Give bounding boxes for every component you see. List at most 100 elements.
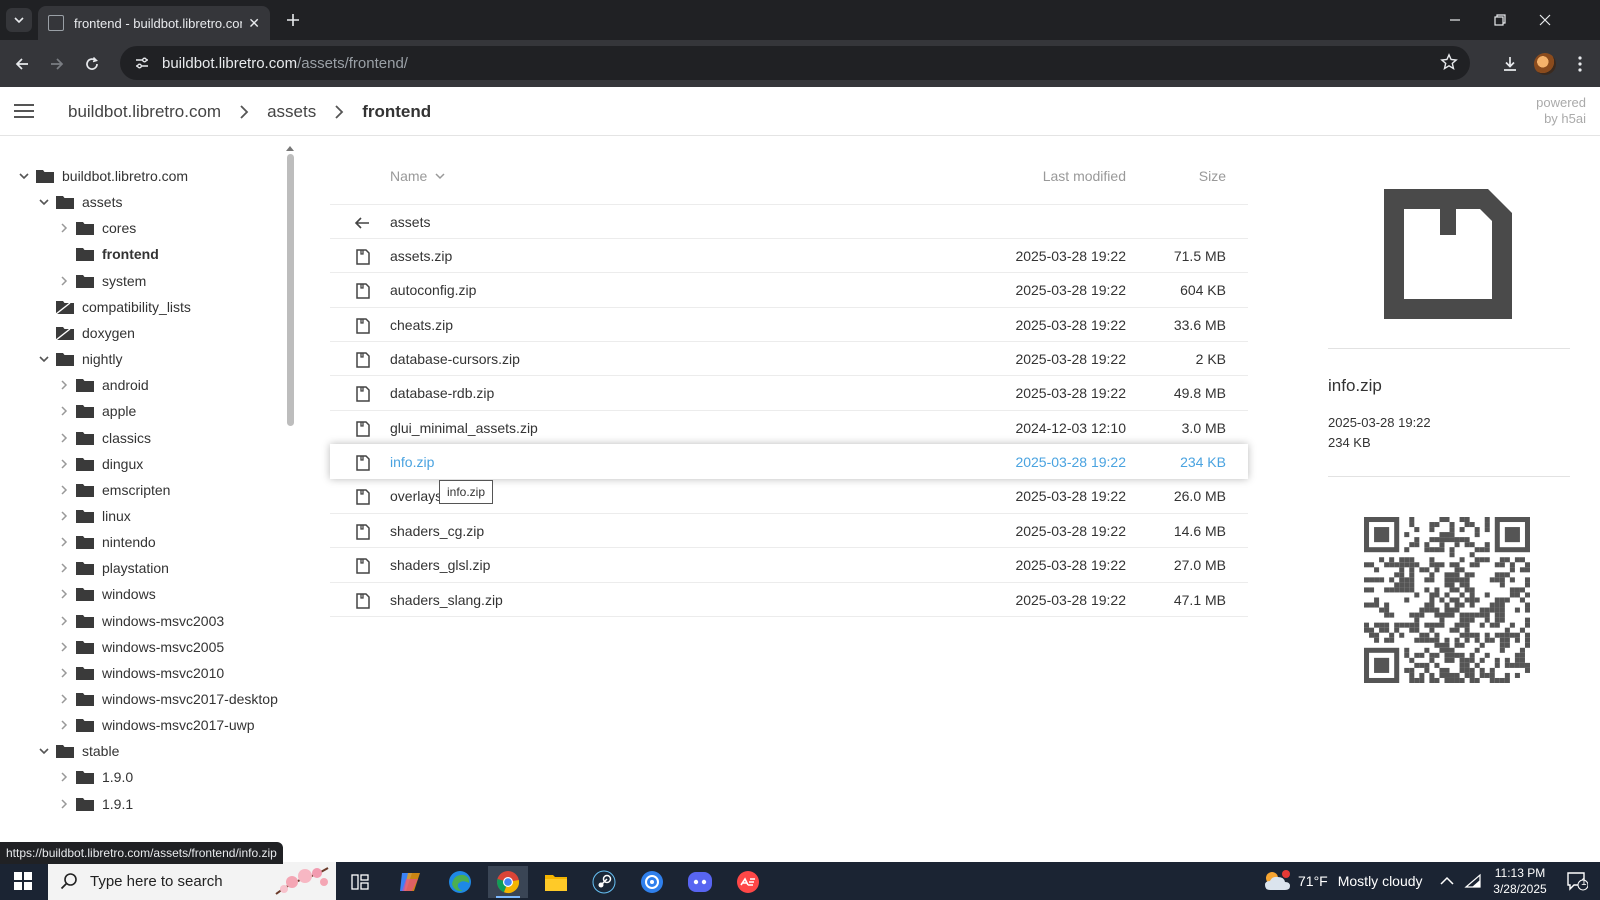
tree-item-windows[interactable]: windows [54, 581, 156, 607]
tree-item-apple[interactable]: apple [54, 398, 136, 424]
tab-close-icon[interactable]: ✕ [248, 15, 260, 32]
tab-search-button[interactable] [6, 8, 32, 32]
tree-item-stable[interactable]: stable [34, 738, 119, 764]
address-bar[interactable]: buildbot.libretro.com/assets/frontend/ [120, 46, 1470, 80]
sidebar-scrollbar-thumb[interactable] [287, 154, 294, 426]
powered-by-h5ai-link[interactable]: powered by h5ai [1536, 95, 1586, 127]
edge-browser-icon[interactable] [440, 866, 480, 898]
forward-button[interactable] [45, 52, 69, 76]
steam-icon[interactable] [584, 866, 624, 898]
file-row-database-rdb-zip[interactable]: database-rdb.zip 2025-03-28 19:22 49.8 MB [330, 375, 1248, 410]
tree-item-windows-msvc2003[interactable]: windows-msvc2003 [54, 608, 224, 634]
file-row-database-cursors-zip[interactable]: database-cursors.zip 2025-03-28 19:22 2 KB [330, 341, 1248, 376]
ea-app-icon[interactable] [728, 866, 768, 898]
file-row-assets-zip[interactable]: assets.zip 2025-03-28 19:22 71.5 MB [330, 238, 1248, 273]
downloads-button[interactable] [1498, 52, 1522, 76]
tree-item-emscripten[interactable]: emscripten [54, 477, 170, 503]
system-clock[interactable]: 11:13 PM 3/28/2025 [1486, 865, 1554, 897]
sidebar-toggle-hamburger-icon[interactable] [14, 101, 34, 121]
chevron-right-icon[interactable] [54, 584, 74, 604]
task-view-icon[interactable] [340, 866, 380, 898]
file-explorer-icon[interactable] [536, 866, 576, 898]
file-row-info-zip[interactable]: info.zip 2025-03-28 19:22 234 KB [330, 444, 1248, 480]
chrome-browser-icon[interactable] [488, 866, 528, 898]
tree-item-nintendo[interactable]: nintendo [54, 529, 156, 555]
chevron-right-icon[interactable] [54, 689, 74, 709]
tree-item-assets[interactable]: assets [34, 189, 122, 215]
chevron-down-icon[interactable] [34, 741, 54, 761]
tree-item-buildbot-libretro-com[interactable]: buildbot.libretro.com [14, 163, 188, 189]
chevron-right-icon[interactable] [54, 428, 74, 448]
tree-item-classics[interactable]: classics [54, 425, 151, 451]
tree-item-android[interactable]: android [54, 372, 149, 398]
chevron-right-icon[interactable] [54, 218, 74, 238]
chevron-right-icon[interactable] [54, 767, 74, 787]
breadcrumb-item-root[interactable]: buildbot.libretro.com [68, 102, 221, 122]
chevron-down-icon[interactable] [34, 349, 54, 369]
sort-by-modified-header[interactable]: Last modified [1043, 168, 1126, 184]
chevron-right-icon[interactable] [54, 401, 74, 421]
file-row-glui-minimal-assets-zip[interactable]: glui_minimal_assets.zip 2024-12-03 12:10 3… [330, 409, 1248, 445]
weather-widget[interactable]: 71°F Mostly cloudy [1262, 866, 1423, 896]
window-close-button[interactable] [1530, 8, 1560, 32]
chevron-right-icon[interactable] [54, 794, 74, 814]
tree-item-1-9-1[interactable]: 1.9.1 [54, 791, 133, 817]
file-row-shaders-slang-zip[interactable]: shaders_slang.zip 2025-03-28 19:22 47.1 MB [330, 581, 1248, 617]
breadcrumb-item-assets[interactable]: assets [267, 102, 316, 122]
tree-item-cores[interactable]: cores [54, 215, 136, 241]
tree-item-frontend[interactable]: frontend [54, 241, 159, 267]
tree-item-windows-msvc2017-uwp[interactable]: windows-msvc2017-uwp [54, 712, 255, 738]
chevron-right-icon[interactable] [54, 715, 74, 735]
ubisoft-connect-icon[interactable] [632, 866, 672, 898]
tree-item-doxygen[interactable]: doxygen [34, 320, 135, 346]
new-tab-button[interactable] [280, 8, 306, 32]
tree-item-compatibility-lists[interactable]: compatibility_lists [34, 294, 191, 320]
chevron-down-icon[interactable] [14, 166, 34, 186]
tree-item-playstation[interactable]: playstation [54, 555, 169, 581]
show-hidden-icons-chevron-up-icon[interactable] [1440, 870, 1454, 892]
browser-menu-button[interactable] [1568, 52, 1592, 76]
chevron-right-icon[interactable] [54, 506, 74, 526]
file-row-shaders-cg-zip[interactable]: shaders_cg.zip 2025-03-28 19:22 14.6 MB [330, 512, 1248, 548]
site-info-icon[interactable] [134, 55, 150, 71]
tree-item-nightly[interactable]: nightly [34, 346, 122, 372]
scroll-up-arrow-icon[interactable] [285, 139, 295, 151]
minimize-button[interactable] [1440, 8, 1470, 32]
chevron-right-icon[interactable] [54, 271, 74, 291]
tree-item-system[interactable]: system [54, 268, 146, 294]
chevron-right-icon[interactable] [54, 637, 74, 657]
back-button[interactable] [10, 52, 34, 76]
tree-item-windows-msvc2005[interactable]: windows-msvc2005 [54, 634, 224, 660]
tree-item-windows-msvc2017-desktop[interactable]: windows-msvc2017-desktop [54, 686, 278, 712]
browser-tab-active[interactable]: frontend - buildbot.libretro.com ✕ [38, 6, 270, 40]
restore-button[interactable] [1485, 8, 1515, 32]
copilot-icon[interactable] [390, 866, 430, 898]
bookmark-star-icon[interactable] [1440, 53, 1458, 71]
tree-item-1-9-0[interactable]: 1.9.0 [54, 764, 133, 790]
chevron-right-icon[interactable] [54, 532, 74, 552]
file-row-autoconfig-zip[interactable]: autoconfig.zip 2025-03-28 19:22 604 KB [330, 272, 1248, 307]
chevron-right-icon[interactable] [54, 663, 74, 683]
file-row-cheats-zip[interactable]: cheats.zip 2025-03-28 19:22 33.6 MB [330, 306, 1248, 342]
chevron-right-icon[interactable] [54, 480, 74, 500]
file-row-shaders-glsl-zip[interactable]: shaders_glsl.zip 2025-03-28 19:22 27.0 MB [330, 547, 1248, 582]
sort-by-name-header[interactable]: Name [390, 168, 445, 184]
tree-item-windows-msvc2010[interactable]: windows-msvc2010 [54, 660, 224, 686]
network-wifi-icon[interactable] [1464, 870, 1482, 892]
chevron-right-icon[interactable] [54, 454, 74, 474]
profile-avatar[interactable] [1534, 53, 1556, 75]
chevron-right-icon[interactable] [54, 558, 74, 578]
chevron-right-icon[interactable] [54, 611, 74, 631]
breadcrumb-item-frontend[interactable]: frontend [362, 102, 431, 122]
windows-start-icon[interactable] [14, 872, 32, 890]
tree-item-linux[interactable]: linux [54, 503, 131, 529]
parent-folder-row[interactable]: assets [330, 204, 1248, 239]
taskbar-search-box[interactable]: Type here to search [48, 862, 336, 900]
reload-button[interactable] [80, 52, 104, 76]
discord-icon[interactable] [680, 866, 720, 898]
tree-item-dingux[interactable]: dingux [54, 451, 143, 477]
chevron-right-icon[interactable] [54, 375, 74, 395]
chevron-down-icon[interactable] [34, 192, 54, 212]
notifications-icon[interactable]: 1 [1566, 870, 1588, 892]
sort-by-size-header[interactable]: Size [1199, 168, 1226, 184]
